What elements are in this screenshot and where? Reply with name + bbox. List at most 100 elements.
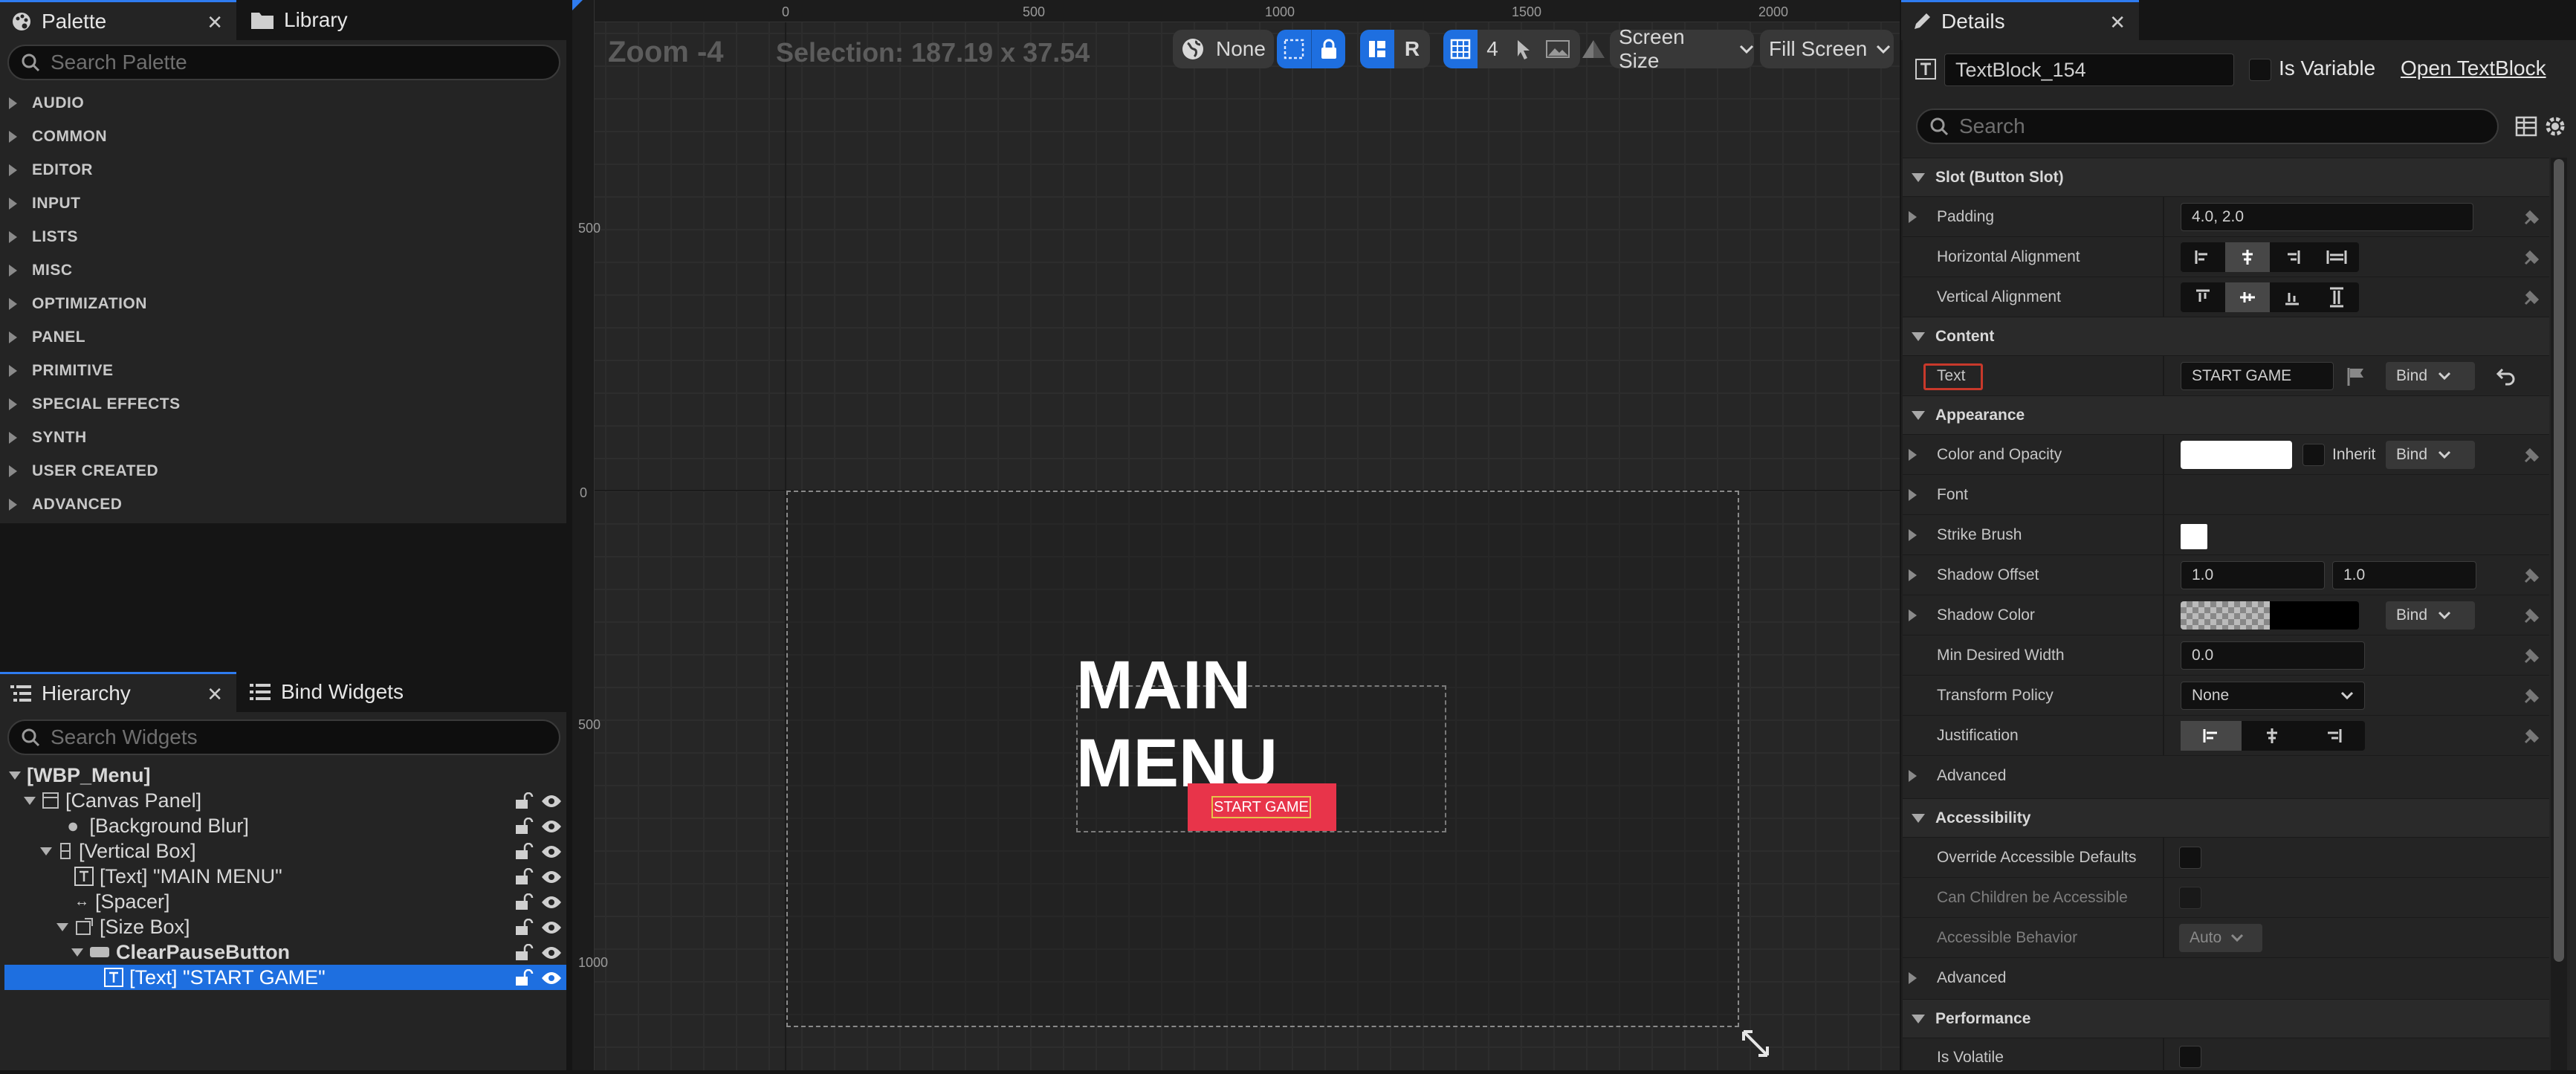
justify-center-icon[interactable] (2242, 721, 2302, 751)
palette-category[interactable]: OPTIMIZATION (0, 287, 565, 320)
designer-viewport[interactable]: 0 500 1000 1500 2000 500 0 500 1000 Zoom… (572, 0, 1900, 1070)
expand-arrow-icon[interactable] (1909, 569, 1917, 581)
align-left-icon[interactable] (2181, 242, 2225, 272)
eye-icon[interactable] (541, 971, 562, 986)
eye-icon[interactable] (541, 920, 562, 935)
lock-icon[interactable] (514, 818, 534, 835)
reset-pin-icon[interactable] (2521, 445, 2543, 466)
marquee-select-button[interactable] (1277, 30, 1311, 68)
tree-item[interactable]: [Size Box] (4, 914, 566, 939)
eye-icon[interactable] (541, 794, 562, 809)
section-accessibility[interactable]: Accessibility (1903, 798, 2549, 837)
palette-category[interactable]: INPUT (0, 187, 565, 220)
tab-hierarchy[interactable]: Hierarchy ✕ (0, 672, 236, 712)
reset-pin-icon[interactable] (2521, 288, 2543, 308)
expand-arrow-icon[interactable] (1909, 449, 1917, 461)
scrollbar-thumb[interactable] (2554, 159, 2564, 962)
lock-icon[interactable] (514, 944, 534, 962)
collapse-arrow-icon[interactable] (40, 847, 52, 855)
eye-icon[interactable] (541, 945, 562, 960)
palette-category[interactable]: LISTS (0, 220, 565, 253)
lock-icon[interactable] (514, 969, 534, 987)
reset-pin-icon[interactable] (2521, 248, 2543, 268)
screen-size-dropdown[interactable]: Screen Size (1610, 25, 1754, 72)
widget-name-field[interactable]: TextBlock_154 (1944, 54, 2234, 86)
resize-handle-icon[interactable] (1741, 1029, 1770, 1058)
lock-icon[interactable] (1311, 30, 1345, 68)
reset-pin-icon[interactable] (2521, 646, 2543, 667)
reset-pin-icon[interactable] (2521, 207, 2543, 228)
bind-dropdown[interactable]: Bind (2386, 601, 2475, 630)
section-content[interactable]: Content (1903, 317, 2549, 355)
shadow-offset-x-field[interactable]: 1.0 (2181, 561, 2325, 589)
tree-item[interactable]: ● [Background Blur] (4, 813, 566, 838)
details-search[interactable] (1916, 109, 2499, 144)
fill-screen-dropdown[interactable]: Fill Screen (1760, 30, 1894, 68)
text-value-field[interactable]: START GAME (2181, 362, 2334, 390)
expand-arrow-icon[interactable] (1909, 770, 1917, 782)
tree-item[interactable]: ↔ [Spacer] (4, 889, 566, 914)
tab-palette[interactable]: Palette ✕ (0, 0, 236, 40)
hierarchy-search[interactable] (7, 719, 560, 755)
shadow-color-swatch[interactable] (2181, 601, 2359, 630)
lock-icon[interactable] (514, 919, 534, 936)
align-bottom-icon[interactable] (2270, 282, 2314, 312)
collapse-arrow-icon[interactable] (24, 796, 36, 805)
open-textblock-link[interactable]: Open TextBlock (2401, 56, 2546, 80)
layout-button[interactable] (1360, 30, 1394, 68)
eye-icon[interactable] (541, 895, 562, 910)
align-fill-icon[interactable] (2314, 242, 2359, 272)
align-top-icon[interactable] (2181, 282, 2225, 312)
palette-category[interactable]: SPECIAL EFFECTS (0, 387, 565, 421)
hierarchy-search-input[interactable] (51, 725, 491, 749)
section-slot[interactable]: Slot (Button Slot) (1903, 158, 2549, 196)
tree-item[interactable]: [Text] "MAIN MENU" (4, 864, 566, 889)
collapse-arrow-icon[interactable] (56, 922, 68, 931)
eye-icon[interactable] (541, 844, 562, 859)
tree-item-selected[interactable]: [Text] "START GAME" (4, 965, 566, 990)
tab-bind-widgets[interactable]: Bind Widgets (239, 672, 477, 712)
start-game-text[interactable]: START GAME (1211, 796, 1311, 818)
palette-category[interactable]: MISC (0, 253, 565, 287)
palette-category[interactable]: AUDIO (0, 86, 565, 120)
palette-category[interactable]: PANEL (0, 320, 565, 354)
inherit-checkbox[interactable] (2302, 444, 2325, 466)
r-toggle-button[interactable]: R (1394, 30, 1430, 68)
expand-arrow-icon[interactable] (1909, 609, 1917, 621)
tab-details[interactable]: Details ✕ (1901, 0, 2139, 40)
palette-category[interactable]: USER CREATED (0, 454, 565, 488)
section-appearance[interactable]: Appearance (1903, 395, 2549, 434)
accessible-behavior-dropdown[interactable]: Auto (2179, 924, 2262, 952)
cursor-icon[interactable] (1507, 30, 1540, 68)
reset-pin-icon[interactable] (2521, 606, 2543, 627)
eye-icon[interactable] (541, 819, 562, 834)
collapse-arrow-icon[interactable] (71, 948, 83, 957)
palette-category[interactable]: EDITOR (0, 153, 565, 187)
align-center-icon[interactable] (2225, 242, 2270, 272)
main-menu-title[interactable]: MAIN MENU (1076, 647, 1446, 801)
tree-item[interactable]: [Vertical Box] (4, 838, 566, 864)
palette-category[interactable]: COMMON (0, 120, 565, 153)
image-icon[interactable] (1540, 30, 1576, 68)
expand-arrow-icon[interactable] (1909, 972, 1917, 984)
shadow-offset-y-field[interactable]: 1.0 (2332, 561, 2476, 589)
tab-library[interactable]: Library (239, 0, 462, 40)
expand-arrow-icon[interactable] (1909, 529, 1917, 541)
expand-arrow-icon[interactable] (1909, 211, 1917, 223)
children-accessible-checkbox[interactable] (2179, 887, 2201, 909)
palette-search[interactable] (7, 45, 560, 80)
grid-size-button[interactable]: 4 (1478, 30, 1507, 68)
palette-category[interactable]: SYNTH (0, 421, 565, 454)
override-accessible-checkbox[interactable] (2179, 847, 2201, 869)
reset-pin-icon[interactable] (2521, 726, 2543, 747)
justify-left-icon[interactable] (2181, 721, 2242, 751)
align-fill-vertical-icon[interactable] (2314, 282, 2359, 312)
close-icon[interactable]: ✕ (2109, 11, 2126, 34)
table-view-icon[interactable] (2515, 116, 2537, 137)
tree-item[interactable]: [WBP_Menu] (4, 763, 566, 788)
expand-arrow-icon[interactable] (1909, 489, 1917, 501)
transform-policy-dropdown[interactable]: None (2181, 682, 2365, 710)
padding-field[interactable]: 4.0, 2.0 (2181, 203, 2473, 231)
is-variable-checkbox[interactable] (2249, 59, 2271, 81)
property-advanced-accessibility[interactable]: Advanced (1903, 957, 2549, 997)
